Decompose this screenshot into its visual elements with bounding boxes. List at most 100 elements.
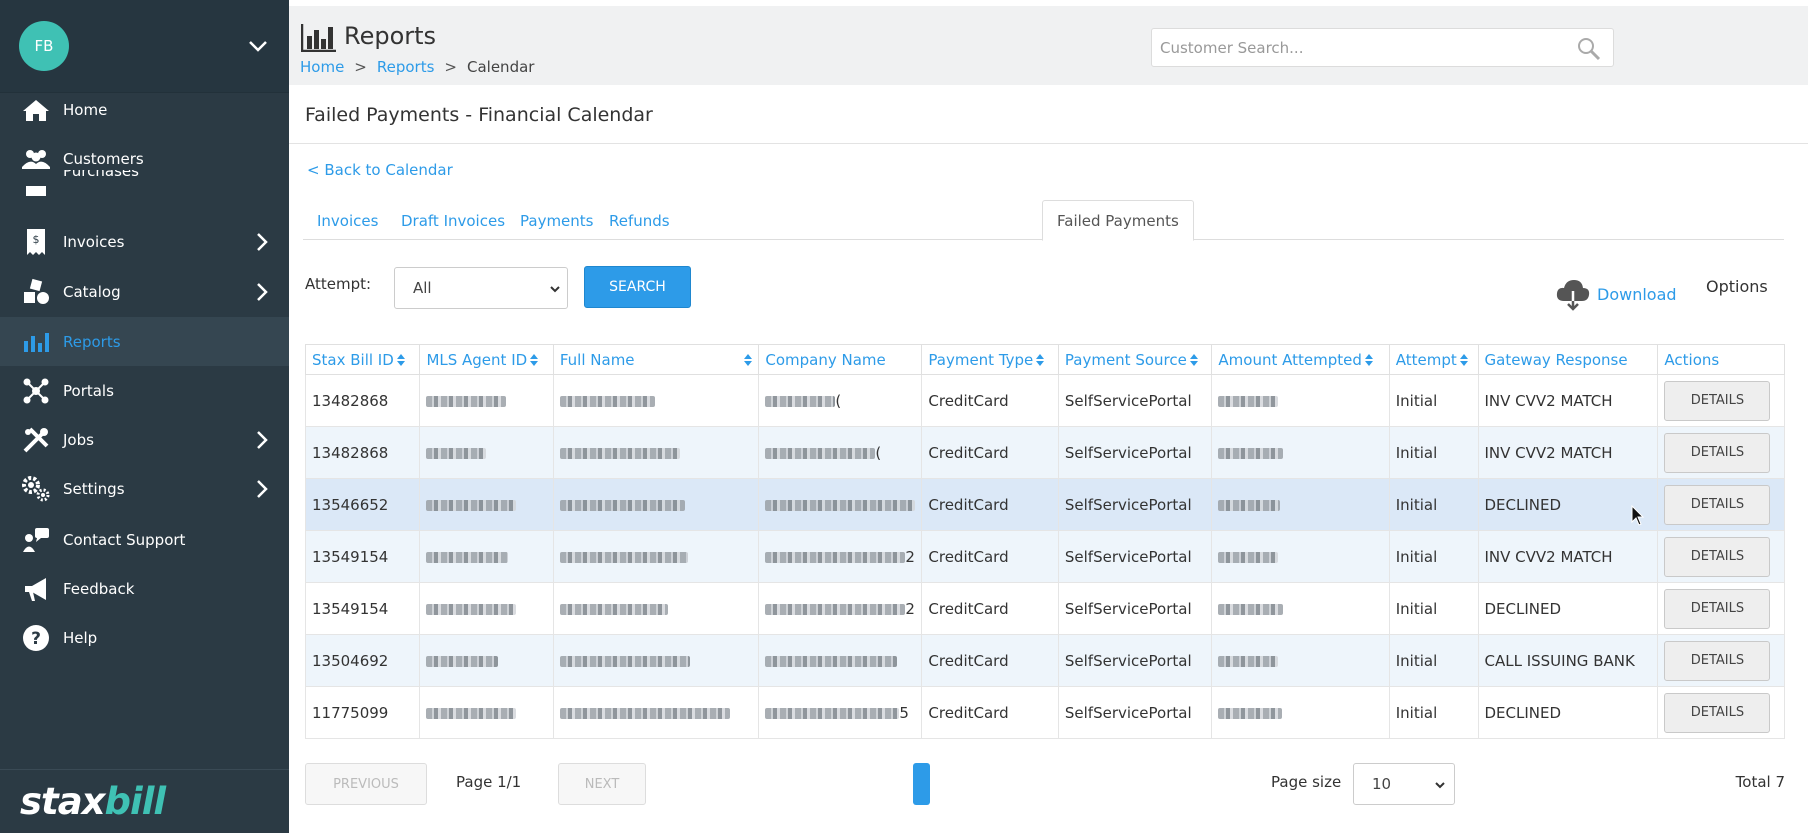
bar-chart-icon [301,24,336,52]
sidebar-item-settings[interactable]: Settings [0,464,289,513]
page-size-select[interactable]: 10 [1353,763,1455,805]
tab-draft-invoices[interactable]: Draft Invoices [387,200,519,241]
column-header[interactable]: Company Name [758,344,923,375]
column-header[interactable]: Attempt [1388,344,1479,375]
staxbill-logo: staxbill [20,780,166,823]
sidebar-item-home[interactable]: Home [0,85,289,134]
chevron-down-icon[interactable] [247,35,269,57]
redacted-text [426,655,499,667]
details-button[interactable]: DETAILS [1664,432,1771,473]
cloud-download-icon [1556,280,1590,311]
sidebar-item-invoices[interactable]: $ Invoices [0,217,289,266]
options-button[interactable]: Options [1706,277,1768,296]
failed-payments-table: Stax Bill ID MLS Agent ID Full Name Comp… [304,344,1785,739]
previous-page-button[interactable]: PREVIOUS [305,763,427,805]
sidebar-footer: staxbill [0,769,289,833]
payment-type-cell: CreditCard [921,686,1059,739]
download-button[interactable]: Download [1555,277,1677,311]
users-icon [19,144,53,174]
table-row[interactable]: 13549154 2 CreditCard SelfServicePortal Init… [304,530,1785,583]
column-header[interactable]: Stax Bill ID [304,344,421,375]
page-size-label: Page size [1271,773,1342,791]
company-name-suffix: 5 [899,703,909,722]
column-header[interactable]: Amount Attempted [1211,344,1390,375]
amount-attempted-cell [1211,686,1390,739]
breadcrumb: Home > Reports > Calendar [300,58,534,76]
chevron-right-icon [257,431,268,449]
bar-chart-icon [19,327,53,357]
sort-icon[interactable] [530,354,539,366]
details-button[interactable]: DETAILS [1664,640,1771,681]
attempt-cell: Initial [1388,478,1479,531]
table-row[interactable]: 13482868 (CreditCard SelfServicePortal Init… [304,426,1785,479]
sidebar-item-jobs[interactable]: Jobs [0,415,289,464]
customer-search-input[interactable] [1152,29,1552,66]
redacted-text [426,499,517,511]
chevron-down-icon [1435,782,1445,789]
account-header[interactable]: FB [0,0,289,93]
stax-bill-id-cell: 13504692 [304,634,421,687]
details-button[interactable]: DETAILS [1664,380,1771,421]
column-header[interactable]: Gateway Response [1477,344,1659,375]
tab-invoices[interactable]: Invoices [303,200,392,241]
column-header[interactable]: Payment Type [921,344,1059,375]
amount-attempted-cell [1211,426,1390,479]
column-header[interactable]: MLS Agent ID [419,344,554,375]
page-title: Failed Payments - Financial Calendar [305,104,653,126]
full-name-cell [552,634,760,687]
table-row[interactable]: 13504692 CreditCard SelfServicePortal Initi… [304,634,1785,687]
mls-agent-id-cell [419,634,554,687]
details-button[interactable]: DETAILS [1664,588,1771,629]
sort-icon[interactable] [1459,354,1468,366]
tab-failed-payments[interactable]: Failed Payments [1042,200,1194,241]
table-row[interactable]: 13482868 (CreditCard SelfServicePortal Init… [304,374,1785,427]
table-body: 13482868(CreditCard SelfServicePortal Init… [304,374,1785,739]
search-icon[interactable] [1577,37,1601,61]
sort-icon[interactable] [1189,354,1198,366]
sidebar-item-catalog[interactable]: Catalog [0,267,289,316]
column-header[interactable]: Payment Source [1057,344,1213,375]
sidebar-item-contact-support[interactable]: Contact Support [0,515,289,564]
sidebar-item-help[interactable]: ? Help [0,613,289,662]
next-page-button[interactable]: NEXT [558,763,646,805]
payment-source-cell: SelfServicePortal [1057,582,1213,635]
redacted-text [1218,655,1279,667]
search-button[interactable]: SEARCH [584,266,691,308]
sidebar-item-purchases[interactable]: Purchases [0,170,289,196]
gears-icon [19,474,53,504]
company-name-suffix: ( [835,391,842,410]
details-button[interactable]: DETAILS [1664,692,1771,733]
sort-icon[interactable] [1364,354,1373,366]
sort-icon[interactable] [1036,354,1045,366]
breadcrumb-home[interactable]: Home [300,58,344,76]
table-row[interactable]: 13549154 2 CreditCard SelfServicePortal Init… [304,582,1785,635]
column-header: Actions [1657,344,1785,375]
company-name-suffix: ( [875,443,882,462]
table-row[interactable]: 11775099 5 CreditCard SelfServicePortal Init… [304,686,1785,739]
column-header[interactable]: Full Name [552,344,760,375]
table-row[interactable]: 13546652 CreditCard SelfServicePortal Initi… [304,478,1785,531]
company-name-cell: ( [758,426,923,479]
attempt-select[interactable]: All [394,267,568,309]
sidebar-item-reports[interactable]: Reports [0,317,289,366]
attempt-label: Attempt: [305,275,372,293]
sidebar-item-portals[interactable]: Portals [0,366,289,415]
payment-source-cell: SelfServicePortal [1057,686,1213,739]
back-to-calendar-link[interactable]: < Back to Calendar [307,161,453,179]
scroll-handle[interactable] [913,763,930,805]
tab-payments[interactable]: Payments [506,200,607,241]
sidebar-item-feedback[interactable]: Feedback [0,564,289,613]
breadcrumb-reports[interactable]: Reports [377,58,435,76]
company-name-cell: 2 [758,530,923,583]
sort-icon[interactable] [744,354,753,366]
portals-icon [19,376,53,406]
payment-source-cell: SelfServicePortal [1057,478,1213,531]
details-button[interactable]: DETAILS [1664,484,1771,525]
support-icon [19,525,53,555]
actions-cell: DETAILS [1657,686,1785,739]
avatar[interactable]: FB [19,21,69,71]
details-button[interactable]: DETAILS [1664,536,1771,577]
sort-icon[interactable] [396,354,405,366]
tab-refunds[interactable]: Refunds [595,200,684,241]
company-name-cell: 5 [758,686,923,739]
